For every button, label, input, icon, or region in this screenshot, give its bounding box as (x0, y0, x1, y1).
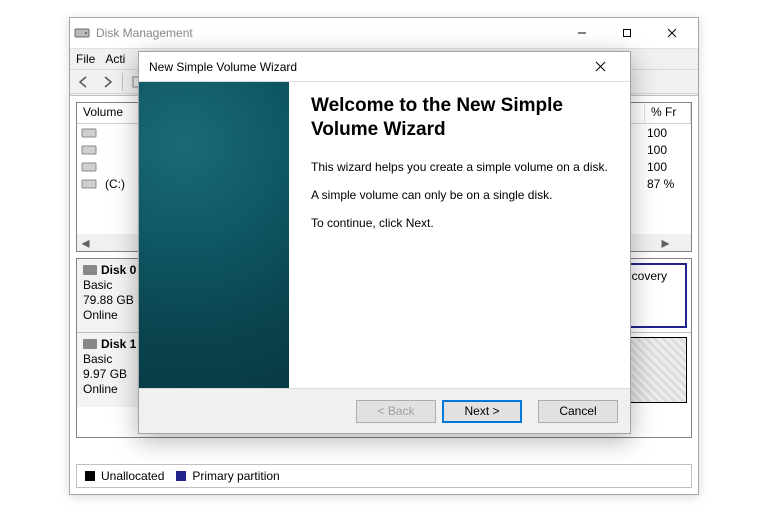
wizard-side-graphic (139, 82, 289, 388)
scrollbar-corner (674, 234, 691, 251)
maximize-button[interactable] (604, 19, 649, 47)
col-volume[interactable]: Volume (77, 103, 147, 123)
wizard-text: This wizard helps you create a simple vo… (311, 160, 608, 174)
dialog-titlebar: New Simple Volume Wizard (139, 52, 630, 82)
toolbar-separator (122, 73, 123, 91)
volume-icon (81, 144, 97, 156)
wizard-text: A simple volume can only be on a single … (311, 188, 608, 202)
menu-action[interactable]: Acti (105, 52, 125, 66)
next-button[interactable]: Next > (442, 400, 522, 423)
drive-icon (83, 265, 97, 275)
forward-arrow-icon[interactable] (97, 72, 117, 92)
drive-icon (83, 339, 97, 349)
minimize-button[interactable] (559, 19, 604, 47)
legend-swatch-unallocated (85, 471, 95, 481)
legend: Unallocated Primary partition (76, 464, 692, 488)
legend-label: Unallocated (101, 469, 164, 483)
window-title: Disk Management (96, 26, 193, 40)
legend-swatch-primary (176, 471, 186, 481)
dialog-close-button[interactable] (580, 53, 620, 81)
window-titlebar: Disk Management (70, 18, 698, 48)
dialog-button-bar: < Back Next > Cancel (139, 388, 630, 433)
scroll-left-icon[interactable]: ◂ (77, 234, 94, 251)
dialog-body: Welcome to the New Simple Volume Wizard … (139, 82, 630, 388)
volume-icon (81, 161, 97, 173)
volume-icon (81, 127, 97, 139)
cancel-button[interactable]: Cancel (538, 400, 618, 423)
wizard-text: To continue, click Next. (311, 216, 608, 230)
col-free[interactable]: % Fr (645, 103, 691, 123)
new-simple-volume-wizard: New Simple Volume Wizard Welcome to the … (138, 51, 631, 434)
close-button[interactable] (649, 19, 694, 47)
wizard-content: Welcome to the New Simple Volume Wizard … (289, 82, 630, 388)
dialog-title: New Simple Volume Wizard (149, 60, 297, 74)
back-button: < Back (356, 400, 436, 423)
wizard-heading: Welcome to the New Simple Volume Wizard (311, 94, 608, 142)
back-arrow-icon[interactable] (74, 72, 94, 92)
disk-management-icon (74, 25, 90, 41)
menu-file[interactable]: File (76, 52, 95, 66)
close-icon (595, 61, 606, 72)
volume-icon (81, 178, 97, 190)
legend-label: Primary partition (192, 469, 279, 483)
scroll-right-icon[interactable]: ▸ (657, 234, 674, 251)
